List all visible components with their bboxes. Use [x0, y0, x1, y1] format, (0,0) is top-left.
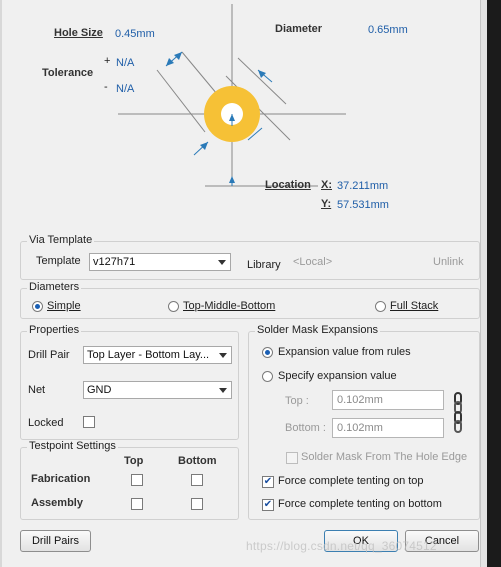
testpoint-col-bottom: Bottom — [178, 455, 217, 467]
mask-from-hole-edge-checkbox[interactable] — [286, 452, 298, 464]
fabrication-bottom-checkbox[interactable] — [191, 474, 203, 486]
drill-pair-select[interactable]: Top Layer - Bottom Lay... — [83, 346, 232, 364]
expansion-from-rules-radio[interactable] — [262, 347, 273, 358]
diameter-value[interactable]: 0.65mm — [368, 24, 408, 36]
drill-pairs-button[interactable]: Drill Pairs — [20, 530, 91, 552]
net-select[interactable]: GND — [83, 381, 232, 399]
diameters-top-middle-bottom-label[interactable]: Top-Middle-Bottom — [183, 300, 275, 312]
x-value[interactable]: 37.211mm — [337, 180, 388, 192]
diameters-full-stack-radio[interactable] — [375, 301, 386, 312]
locked-checkbox[interactable] — [83, 416, 95, 428]
tolerance-label: Tolerance — [42, 67, 94, 79]
tent-bottom-label[interactable]: Force complete tenting on bottom — [278, 498, 442, 510]
tent-top-label[interactable]: Force complete tenting on top — [278, 475, 424, 487]
x-label: X: — [321, 179, 332, 191]
tent-bottom-checkbox[interactable]: ✔ — [262, 499, 274, 511]
location-label: Location — [265, 179, 311, 191]
fabrication-top-checkbox[interactable] — [131, 474, 143, 486]
y-label: Y: — [321, 198, 332, 210]
diameter-label: Diameter — [275, 23, 323, 35]
locked-label: Locked — [28, 417, 64, 429]
diameters-full-stack-label[interactable]: Full Stack — [390, 300, 438, 312]
testpoint-title: Testpoint Settings — [27, 440, 118, 452]
tent-top-checkbox[interactable]: ✔ — [262, 476, 274, 488]
net-label: Net — [28, 384, 46, 396]
drill-pair-select-value: Top Layer - Bottom Lay... — [87, 349, 210, 361]
unlink-button[interactable]: Unlink — [433, 256, 464, 268]
diameters-title: Diameters — [27, 281, 82, 293]
diameters-simple-label[interactable]: Simple — [47, 300, 81, 312]
top-expansion-input[interactable]: 0.102mm — [332, 390, 444, 410]
top-expansion-label: Top : — [285, 395, 309, 407]
bottom-expansion-label: Bottom : — [285, 422, 326, 434]
expansion-from-rules-label[interactable]: Expansion value from rules — [278, 346, 411, 358]
net-select-value: GND — [87, 384, 112, 396]
library-value: <Local> — [293, 256, 333, 268]
assembly-top-checkbox[interactable] — [131, 498, 143, 510]
diameters-simple-radio[interactable] — [32, 301, 43, 312]
template-select-value: v127h71 — [93, 256, 136, 268]
mask-from-hole-edge-label[interactable]: Solder Mask From The Hole Edge — [301, 451, 467, 463]
template-label: Template — [36, 255, 81, 267]
drill-pair-label: Drill Pair — [28, 349, 70, 361]
library-label: Library — [247, 259, 281, 271]
tolerance-plus-sign: + — [104, 55, 111, 67]
link-chain-icon[interactable] — [452, 392, 464, 434]
tolerance-minus-sign: - — [104, 81, 108, 93]
chevron-down-icon — [219, 353, 227, 358]
watermark-text: https://blog.csdn.net/qq_36074512 — [246, 539, 437, 553]
bottom-expansion-input[interactable]: 0.102mm — [332, 418, 444, 438]
tolerance-plus-value[interactable]: N/A — [116, 57, 134, 69]
testpoint-row-fabrication: Fabrication — [31, 473, 91, 485]
testpoint-col-top: Top — [124, 455, 144, 467]
specify-expansion-label[interactable]: Specify expansion value — [278, 370, 397, 382]
bottom-expansion-value: 0.102mm — [337, 422, 383, 434]
tolerance-minus-value[interactable]: N/A — [116, 83, 134, 95]
y-value[interactable]: 57.531mm — [337, 199, 389, 211]
top-expansion-value: 0.102mm — [337, 394, 383, 406]
properties-title: Properties — [27, 324, 82, 336]
specify-expansion-radio[interactable] — [262, 371, 273, 382]
testpoint-row-assembly: Assembly — [31, 497, 83, 509]
chevron-down-icon — [218, 260, 226, 265]
template-select[interactable]: v127h71 — [89, 253, 231, 271]
diameters-top-middle-bottom-radio[interactable] — [168, 301, 179, 312]
hole-size-label: Hole Size — [54, 27, 103, 39]
chevron-down-icon — [219, 388, 227, 393]
via-template-title: Via Template — [27, 234, 95, 246]
assembly-bottom-checkbox[interactable] — [191, 498, 203, 510]
solder-mask-title: Solder Mask Expansions — [255, 324, 381, 336]
hole-size-value[interactable]: 0.45mm — [115, 28, 155, 40]
